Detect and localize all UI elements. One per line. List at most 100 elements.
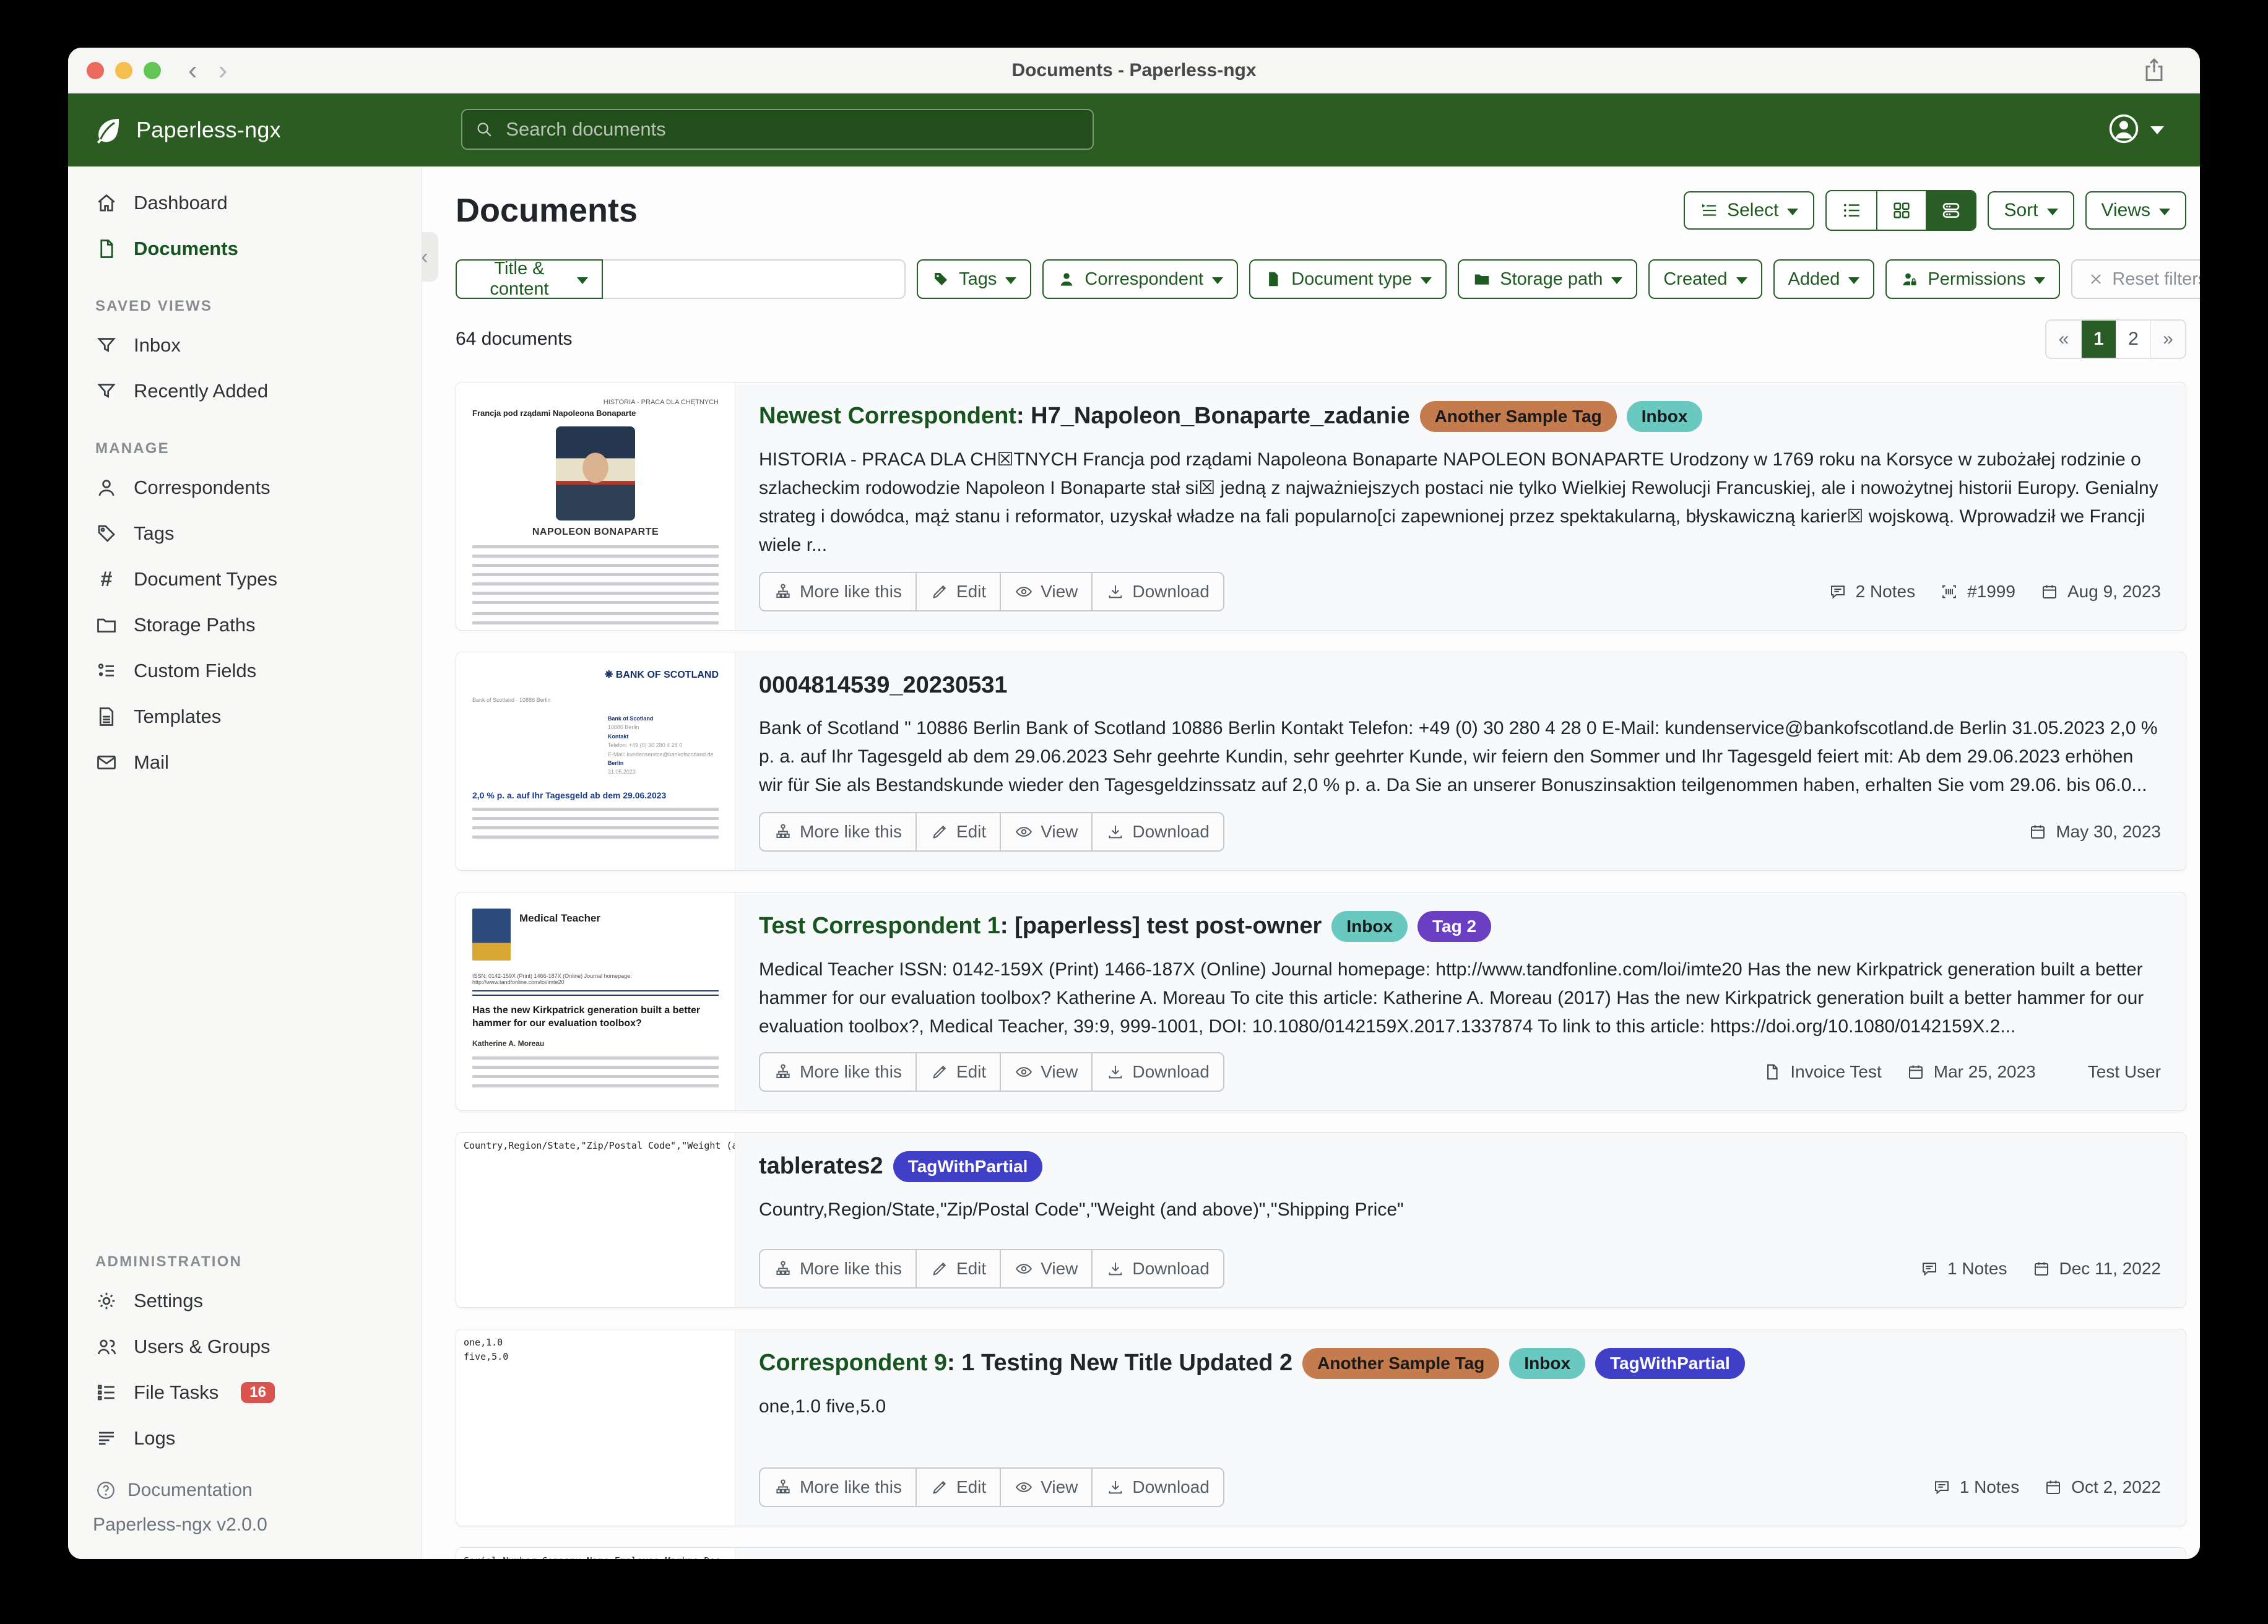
tag-pill[interactable]: TagWithPartial [1595, 1348, 1745, 1379]
filter-document-type-button[interactable]: Document type [1249, 259, 1447, 299]
template-icon [95, 706, 118, 728]
sidebar-item-recently-added[interactable]: Recently Added [68, 368, 422, 414]
pencil-icon [930, 582, 949, 601]
display-mode-list-button[interactable] [1827, 191, 1876, 230]
sidebar-item-settings[interactable]: Settings [68, 1278, 422, 1324]
title-content-filter-input[interactable] [603, 259, 906, 299]
sort-button[interactable]: Sort [1988, 191, 2074, 230]
pagination-page-2[interactable]: 2 [2116, 321, 2150, 358]
display-mode-details-button[interactable] [1926, 191, 1975, 230]
card-meta: Invoice TestMar 25, 2023Test User [1763, 1062, 2161, 1082]
documentation-label: Documentation [128, 1480, 253, 1501]
edit-button[interactable]: Edit [915, 1469, 1000, 1506]
document-thumbnail[interactable]: Country,Region/State,"Zip/Postal Code","… [456, 1133, 735, 1307]
sidebar-item-users-groups[interactable]: Users & Groups [68, 1324, 422, 1370]
tag-pill[interactable]: Another Sample Tag [1420, 401, 1617, 432]
filter-storage-path-button[interactable]: Storage path [1458, 259, 1637, 299]
csv-preview-text: Country,Region/State,"Zip/Postal Code","… [456, 1133, 735, 1307]
action-label: Edit [956, 582, 986, 602]
filter-created-button[interactable]: Created [1648, 259, 1762, 299]
document-thumbnail[interactable]: one,1.0 five,5.0 [456, 1329, 735, 1526]
search-input[interactable] [504, 118, 1080, 141]
filter-tags-button[interactable]: Tags [917, 259, 1031, 299]
calendar-icon [2028, 823, 2047, 841]
more-like-this-button[interactable]: More like this [760, 573, 915, 610]
view-button[interactable]: View [1000, 1469, 1091, 1506]
global-search[interactable] [461, 109, 1094, 150]
documentation-link[interactable]: Documentation [95, 1480, 422, 1501]
eye-icon [1015, 823, 1033, 841]
tag-pill[interactable]: Tag 2 [1418, 911, 1491, 942]
sidebar-item-label: Logs [134, 1427, 175, 1449]
more-like-this-button[interactable]: More like this [760, 813, 915, 850]
views-button[interactable]: Views [2085, 191, 2186, 230]
tag-pill[interactable]: Another Sample Tag [1302, 1348, 1499, 1379]
edit-button[interactable]: Edit [915, 573, 1000, 610]
action-label: Download [1132, 582, 1210, 602]
sidebar-item-documents[interactable]: Documents [68, 226, 422, 272]
sidebar-item-correspondents[interactable]: Correspondents [68, 465, 422, 511]
sidebar-item-custom-fields[interactable]: Custom Fields [68, 648, 422, 694]
download-button[interactable]: Download [1091, 573, 1223, 610]
pagination-page-1[interactable]: 1 [2081, 321, 2116, 358]
download-button[interactable]: Download [1091, 1469, 1223, 1506]
sidebar-item-mail[interactable]: Mail [68, 740, 422, 785]
eye-icon [1015, 1063, 1033, 1081]
more-like-this-button[interactable]: More like this [760, 1469, 915, 1506]
user-menu[interactable] [2107, 112, 2164, 145]
tasks-icon [95, 1381, 118, 1404]
view-button[interactable]: View [1000, 573, 1091, 610]
title-content-filter: Title & content [456, 259, 906, 299]
sidebar-item-storage-paths[interactable]: Storage Paths [68, 602, 422, 648]
title-content-dropdown-button[interactable]: Title & content [456, 259, 603, 299]
document-title-link[interactable]: Test Correspondent 1: [paperless] test p… [759, 912, 1322, 941]
eye-icon [1015, 1259, 1033, 1278]
users-icon [95, 1336, 118, 1358]
download-button[interactable]: Download [1091, 1250, 1223, 1287]
edit-button[interactable]: Edit [915, 813, 1000, 850]
edit-button[interactable]: Edit [915, 1250, 1000, 1287]
sidebar-collapse-button[interactable]: « [422, 232, 438, 282]
select-button[interactable]: Select [1684, 191, 1814, 230]
document-thumbnail[interactable]: Medical TeacherISSN: 0142-159X (Print) 1… [456, 892, 735, 1110]
more-like-this-button[interactable]: More like this [760, 1053, 915, 1091]
sidebar-item-tags[interactable]: Tags [68, 511, 422, 556]
view-button[interactable]: View [1000, 1053, 1091, 1091]
download-button[interactable]: Download [1091, 813, 1223, 850]
main-content: « Documents Select Sort Views [422, 166, 2200, 1559]
document-thumbnail[interactable]: ❋ BANK OF SCOTLANDBank of Scotland · 108… [456, 652, 735, 870]
download-button[interactable]: Download [1091, 1053, 1223, 1091]
view-button[interactable]: View [1000, 1250, 1091, 1287]
display-mode-grid-button[interactable] [1876, 191, 1926, 230]
more-like-this-button[interactable]: More like this [760, 1250, 915, 1287]
sidebar-item-dashboard[interactable]: Dashboard [68, 180, 422, 226]
tag-pill[interactable]: Inbox [1331, 911, 1408, 942]
document-title-link[interactable]: Newest Correspondent: H7_Napoleon_Bonapa… [759, 402, 1410, 431]
sidebar-item-file-tasks[interactable]: File Tasks16 [68, 1370, 422, 1415]
filter-permissions-button[interactable]: Permissions [1885, 259, 2060, 299]
tag-pill[interactable]: Inbox [1627, 401, 1703, 432]
sidebar-item-inbox[interactable]: Inbox [68, 322, 422, 368]
reset-filters-button[interactable]: Reset filters [2071, 259, 2200, 299]
tag-pill[interactable]: TagWithPartial [893, 1151, 1043, 1182]
edit-button[interactable]: Edit [915, 1053, 1000, 1091]
calendar-icon [1907, 1063, 1925, 1081]
view-button[interactable]: View [1000, 813, 1091, 850]
document-thumbnail[interactable]: Serial Number,Company Name,Employee Mark… [456, 1548, 735, 1559]
sidebar-item-document-types[interactable]: #Document Types [68, 556, 422, 602]
document-title-link[interactable]: 0004814539_20230531 [759, 671, 1008, 701]
meta-text: May 30, 2023 [2056, 822, 2161, 842]
document-thumbnail[interactable]: HISTORIA - PRACA DLA CHĘTNYCHFrancja pod… [456, 382, 735, 630]
sidebar-item-templates[interactable]: Templates [68, 694, 422, 740]
document-title-link[interactable]: Correspondent 9: 1 Testing New Title Upd… [759, 1349, 1292, 1378]
filter-correspondent-button[interactable]: Correspondent [1042, 259, 1238, 299]
diagram-icon [774, 1259, 792, 1278]
brand[interactable]: Paperless-ngx [93, 115, 281, 145]
sidebar-item-logs[interactable]: Logs [68, 1415, 422, 1461]
pagination-next-button[interactable]: » [2150, 321, 2185, 358]
pagination-prev-button[interactable]: « [2046, 321, 2081, 358]
filter-added-button[interactable]: Added [1773, 259, 1875, 299]
share-icon[interactable] [2140, 56, 2168, 84]
tag-pill[interactable]: Inbox [1509, 1348, 1585, 1379]
document-title-link[interactable]: tablerates2 [759, 1152, 883, 1181]
